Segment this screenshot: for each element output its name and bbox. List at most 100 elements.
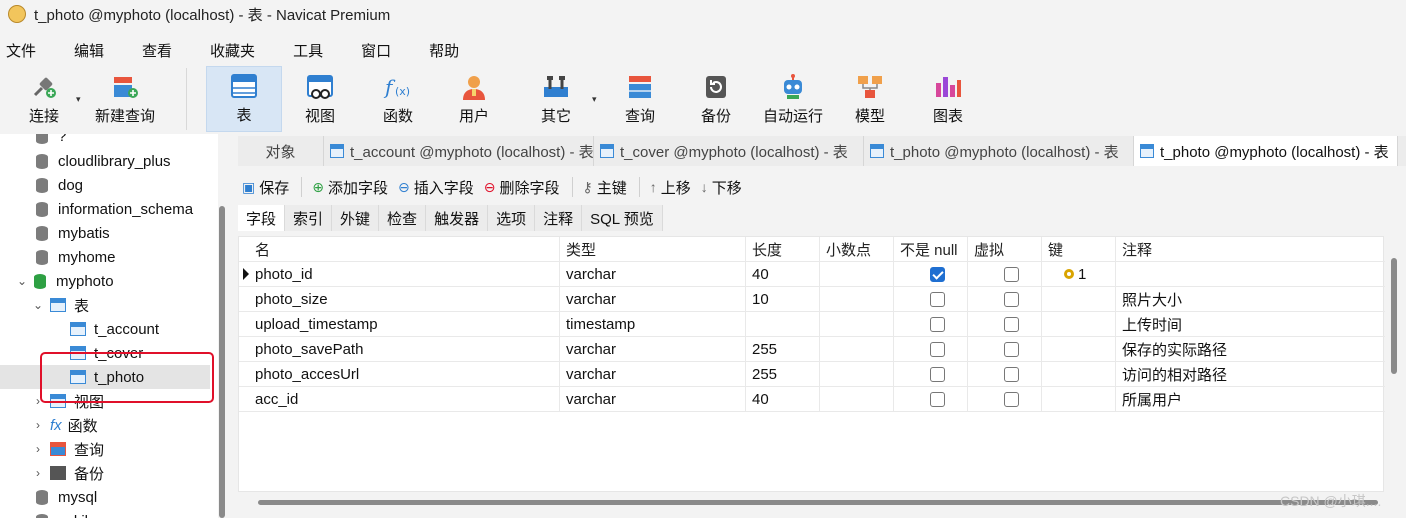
subtab-comment[interactable]: 注释 [535, 205, 583, 231]
cell-virtual[interactable] [968, 387, 1042, 411]
cell-type[interactable]: varchar [560, 262, 746, 286]
cell-name[interactable]: photo_savePath [249, 337, 560, 361]
backup-button[interactable]: 备份 [690, 66, 742, 132]
table-row[interactable]: upload_timestamp timestamp 上传时间 [239, 312, 1385, 337]
tab-t-photo[interactable]: t_photo @myphoto (localhost) - 表 [864, 136, 1134, 166]
connect-button[interactable]: 连接 [20, 66, 68, 132]
cell-type[interactable]: varchar [560, 287, 746, 311]
grid-horizontal-scrollbar[interactable] [258, 500, 1378, 505]
primary-key-button[interactable]: ⚷ 主键 [583, 177, 627, 198]
cell-comment[interactable] [1116, 262, 1385, 286]
other-button[interactable]: 其它 [530, 66, 582, 132]
chevron-down-icon[interactable]: ⌄ [14, 274, 30, 288]
connect-dropdown-icon[interactable]: ▾ [76, 94, 81, 105]
cell-length[interactable]: 40 [746, 262, 820, 286]
tree-item-partial[interactable]: ? [36, 134, 66, 148]
subtab-indexes[interactable]: 索引 [285, 205, 333, 231]
cell-not-null[interactable] [894, 287, 968, 311]
cell-name[interactable]: photo_id [249, 262, 560, 286]
tree-db-dog[interactable]: dog [36, 173, 83, 197]
cell-length[interactable]: 255 [746, 337, 820, 361]
cell-decimal[interactable] [820, 387, 894, 411]
header-not-null[interactable]: 不是 null [894, 237, 968, 261]
not-null-checkbox[interactable] [930, 316, 945, 332]
menu-edit[interactable]: 编辑 [68, 40, 120, 61]
tree-db-myhome[interactable]: myhome [36, 245, 116, 269]
cell-length[interactable]: 40 [746, 387, 820, 411]
virtual-checkbox[interactable] [1004, 316, 1019, 332]
virtual-checkbox[interactable] [1004, 341, 1019, 357]
menu-window[interactable]: 窗口 [355, 40, 407, 61]
tree-group-tables[interactable]: ⌄ 表 [30, 293, 89, 317]
model-button[interactable]: 模型 [844, 66, 896, 132]
menu-view[interactable]: 查看 [136, 40, 188, 61]
insert-field-button[interactable]: ⊖ 插入字段 [398, 177, 474, 198]
menu-help[interactable]: 帮助 [423, 40, 475, 61]
new-query-button[interactable]: 新建查询 [92, 66, 158, 132]
tab-objects[interactable]: 对象 [238, 136, 324, 166]
chevron-right-icon[interactable]: › [30, 466, 46, 480]
tab-t-photo-active[interactable]: t_photo @myphoto (localhost) - 表 [1134, 136, 1398, 166]
header-virtual[interactable]: 虚拟 [968, 237, 1042, 261]
cell-not-null[interactable] [894, 262, 968, 286]
tree-db-information-schema[interactable]: information_schema [36, 197, 193, 221]
virtual-checkbox[interactable] [1004, 266, 1019, 282]
cell-key[interactable] [1042, 387, 1116, 411]
table-button[interactable]: 表 [206, 66, 282, 132]
cell-virtual[interactable] [968, 362, 1042, 386]
not-null-checkbox[interactable] [930, 391, 945, 407]
other-dropdown-icon[interactable]: ▾ [592, 94, 597, 105]
virtual-checkbox[interactable] [1004, 391, 1019, 407]
cell-not-null[interactable] [894, 312, 968, 336]
subtab-sql-preview[interactable]: SQL 预览 [582, 205, 663, 231]
table-row[interactable]: photo_id varchar 40 1 [239, 262, 1385, 287]
cell-length[interactable]: 10 [746, 287, 820, 311]
not-null-checkbox[interactable] [930, 341, 945, 357]
subtab-triggers[interactable]: 触发器 [426, 205, 489, 231]
header-name[interactable]: 名 [249, 237, 560, 261]
cell-decimal[interactable] [820, 287, 894, 311]
table-row[interactable]: acc_id varchar 40 所属用户 [239, 387, 1385, 412]
cell-comment[interactable]: 保存的实际路径 [1116, 337, 1385, 361]
cell-virtual[interactable] [968, 287, 1042, 311]
header-type[interactable]: 类型 [560, 237, 746, 261]
not-null-checkbox[interactable] [930, 366, 945, 382]
cell-name[interactable]: acc_id [249, 387, 560, 411]
chart-button[interactable]: 图表 [922, 66, 974, 132]
cell-decimal[interactable] [820, 262, 894, 286]
chevron-right-icon[interactable]: › [30, 442, 46, 456]
tab-t-account[interactable]: t_account @myphoto (localhost) - 表 [324, 136, 594, 166]
cell-name[interactable]: upload_timestamp [249, 312, 560, 336]
tree-group-backups[interactable]: › 备份 [30, 461, 104, 485]
cell-not-null[interactable] [894, 362, 968, 386]
subtab-checks[interactable]: 检查 [379, 205, 427, 231]
menu-file[interactable]: 文件 [0, 40, 52, 61]
function-button[interactable]: f (x) 函数 [372, 66, 424, 132]
cell-key[interactable] [1042, 287, 1116, 311]
cell-type[interactable]: varchar [560, 337, 746, 361]
cell-key[interactable] [1042, 312, 1116, 336]
cell-comment[interactable]: 上传时间 [1116, 312, 1385, 336]
cell-key[interactable] [1042, 337, 1116, 361]
not-null-checkbox[interactable] [930, 291, 945, 307]
query-button[interactable]: 查询 [614, 66, 666, 132]
cell-not-null[interactable] [894, 387, 968, 411]
move-down-button[interactable]: ↓ 下移 [701, 177, 742, 198]
menu-tools[interactable]: 工具 [287, 40, 339, 61]
tree-db-myphoto[interactable]: ⌄ myphoto [14, 269, 114, 293]
tree-table-t-account[interactable]: t_account [70, 317, 159, 341]
cell-name[interactable]: photo_size [249, 287, 560, 311]
cell-type[interactable]: varchar [560, 387, 746, 411]
subtab-options[interactable]: 选项 [488, 205, 536, 231]
cell-comment[interactable]: 访问的相对路径 [1116, 362, 1385, 386]
subtab-foreign-keys[interactable]: 外键 [332, 205, 380, 231]
grid-vertical-scrollbar[interactable] [1391, 258, 1397, 374]
cell-key[interactable]: 1 [1042, 262, 1116, 286]
cell-virtual[interactable] [968, 337, 1042, 361]
tree-db-mysql[interactable]: mysql [36, 485, 97, 509]
cell-name[interactable]: photo_accesUrl [249, 362, 560, 386]
tree-db-cloudlibrary-plus[interactable]: cloudlibrary_plus [36, 149, 171, 173]
cell-decimal[interactable] [820, 312, 894, 336]
user-button[interactable]: 用户 [448, 66, 500, 132]
chevron-right-icon[interactable]: › [30, 418, 46, 432]
